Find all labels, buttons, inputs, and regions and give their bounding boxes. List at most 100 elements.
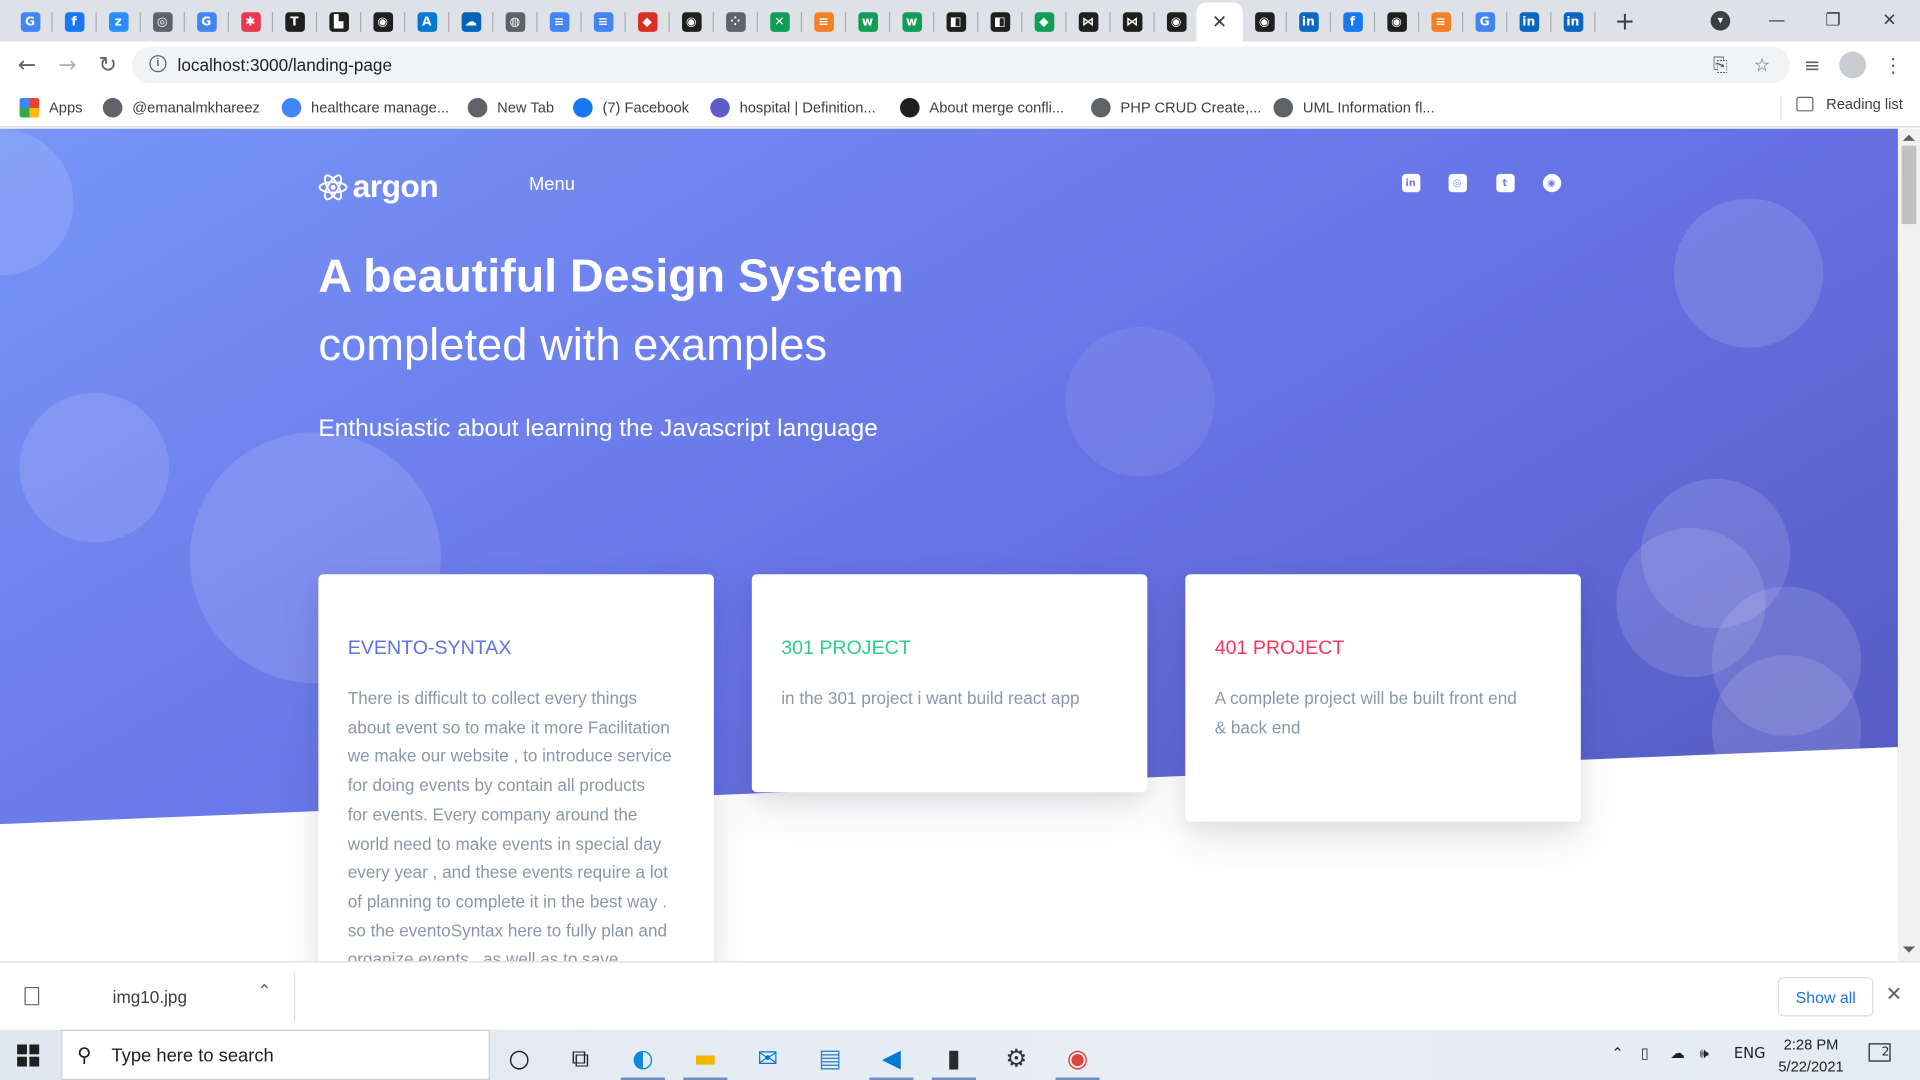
- language-indicator[interactable]: ENG: [1734, 1044, 1766, 1061]
- browser-tab[interactable]: w: [846, 5, 889, 39]
- browser-tab[interactable]: ▙: [317, 5, 360, 39]
- volume-icon[interactable]: 🕪: [1700, 1044, 1709, 1062]
- browser-tab[interactable]: ◆: [626, 5, 669, 39]
- browser-tab[interactable]: ≡: [802, 5, 845, 39]
- chrome-icon[interactable]: ◉: [1051, 1035, 1105, 1080]
- bookmark-star-icon[interactable]: ☆: [1751, 54, 1773, 76]
- windows-start-icon[interactable]: [17, 1044, 40, 1067]
- cortana-icon[interactable]: ○: [492, 1035, 546, 1080]
- browser-tab[interactable]: T: [273, 5, 316, 39]
- menu-link[interactable]: Menu: [529, 174, 575, 195]
- browser-tab[interactable]: ⁘: [714, 5, 757, 39]
- instagram-icon[interactable]: ◎: [1447, 173, 1467, 193]
- bookmark-item[interactable]: About merge confli...: [900, 96, 1064, 120]
- bookmark-item[interactable]: New Tab: [467, 96, 554, 120]
- minimize-button[interactable]: —: [1749, 0, 1805, 42]
- reload-button[interactable]: ↻: [92, 49, 124, 81]
- mail-icon[interactable]: ✉: [741, 1035, 795, 1080]
- browser-tab[interactable]: G: [9, 5, 52, 39]
- browser-tab[interactable]: ⋈: [1111, 5, 1154, 39]
- browser-tab[interactable]: w: [890, 5, 933, 39]
- google-icon: G: [1474, 12, 1495, 32]
- browser-tab[interactable]: ◆: [1022, 5, 1065, 39]
- new-tab-button[interactable]: +: [1611, 7, 1638, 34]
- browser-tab[interactable]: ◉: [670, 5, 713, 39]
- bookmark-item[interactable]: healthcare manage...: [281, 96, 449, 120]
- browser-tab[interactable]: in: [1507, 5, 1550, 39]
- bookmark-item[interactable]: UML Information fl...: [1273, 96, 1435, 120]
- scrollbar-thumb[interactable]: [1901, 145, 1917, 225]
- translate-icon[interactable]: ⎘: [1709, 54, 1731, 76]
- browser-tab[interactable]: f: [1331, 5, 1374, 39]
- github-icon[interactable]: ◉: [1542, 173, 1562, 193]
- browser-tab[interactable]: ◎: [141, 5, 184, 39]
- close-tab-icon[interactable]: ✕: [1212, 11, 1227, 33]
- browser-tab[interactable]: ≡: [1419, 5, 1462, 39]
- browser-tab[interactable]: ◍: [493, 5, 536, 39]
- profile-avatar-icon[interactable]: [1839, 51, 1867, 79]
- tab-search-icon[interactable]: ▾: [1692, 0, 1748, 42]
- address-bar[interactable]: i localhost:3000/landing-page ⎘ ☆: [132, 46, 1791, 84]
- chevron-up-icon[interactable]: ⌃: [257, 982, 271, 1002]
- browser-tab[interactable]: in: [1287, 5, 1330, 39]
- browser-tab[interactable]: ≡: [538, 5, 581, 39]
- search-icon: ⚲: [77, 1043, 92, 1067]
- bookmark-item[interactable]: (7) Facebook: [573, 96, 689, 120]
- browser-tab[interactable]: in: [1551, 5, 1594, 39]
- notification-center-icon[interactable]: 2: [1868, 1042, 1891, 1062]
- page-scrollbar[interactable]: [1897, 128, 1920, 962]
- vscode-icon[interactable]: ◀: [864, 1035, 918, 1080]
- show-hidden-icons[interactable]: ⌃: [1611, 1044, 1623, 1061]
- browser-tab[interactable]: ⋈: [1067, 5, 1110, 39]
- browser-tab[interactable]: ✱: [229, 5, 272, 39]
- onedrive-tray-icon[interactable]: ☁: [1670, 1044, 1685, 1061]
- close-window-button[interactable]: ✕: [1861, 0, 1917, 42]
- battery-icon[interactable]: ▯: [1641, 1044, 1649, 1061]
- argon-logo[interactable]: argon: [318, 168, 439, 206]
- more-menu-icon[interactable]: ⋮: [1880, 51, 1907, 78]
- restore-button[interactable]: ❐: [1805, 0, 1861, 42]
- browser-tab[interactable]: A: [405, 5, 448, 39]
- scroll-down-arrow-icon[interactable]: [1902, 946, 1916, 953]
- file-explorer-icon[interactable]: ▬: [678, 1035, 732, 1080]
- close-icon[interactable]: ✕: [1886, 982, 1902, 1005]
- browser-tab[interactable]: G: [1463, 5, 1506, 39]
- browser-tab[interactable]: G: [185, 5, 228, 39]
- media-control-icon[interactable]: ≡: [1799, 51, 1826, 78]
- browser-tab[interactable]: ≡: [582, 5, 625, 39]
- browser-tab[interactable]: ◉: [361, 5, 404, 39]
- browser-tab[interactable]: ◉: [1155, 5, 1198, 39]
- bookmark-item[interactable]: Apps: [19, 96, 83, 120]
- forward-button[interactable]: →: [51, 49, 83, 81]
- twitter-icon[interactable]: t: [1495, 173, 1515, 193]
- url-text[interactable]: localhost:3000/landing-page: [178, 55, 392, 75]
- show-all-button[interactable]: Show all: [1777, 977, 1874, 1017]
- browser-tab[interactable]: ◧: [978, 5, 1021, 39]
- system-clock[interactable]: 2:28 PM 5/22/2021: [1773, 1033, 1849, 1077]
- taskbar-search[interactable]: ⚲ Type here to search: [61, 1029, 490, 1080]
- active-tab[interactable]: ✕: [1196, 2, 1243, 42]
- edge-icon[interactable]: ◐: [616, 1035, 670, 1080]
- browser-tab[interactable]: z: [97, 5, 140, 39]
- bookmark-item[interactable]: @emanalmkhareez: [102, 96, 260, 120]
- network-app-icon[interactable]: ▤: [803, 1035, 857, 1080]
- bookmark-label: hospital | Definition...: [739, 99, 876, 117]
- settings-icon[interactable]: ⚙: [989, 1035, 1043, 1080]
- browser-tab[interactable]: ✕: [758, 5, 801, 39]
- download-item[interactable]: img10.jpg: [113, 987, 187, 1007]
- browser-tab[interactable]: ☁: [449, 5, 492, 39]
- site-info-icon[interactable]: i: [149, 55, 167, 73]
- back-button[interactable]: ←: [11, 49, 43, 81]
- terminal-icon[interactable]: ▮: [927, 1035, 981, 1080]
- scroll-up-arrow-icon[interactable]: [1902, 134, 1916, 141]
- bookmark-item[interactable]: hospital | Definition...: [710, 96, 876, 120]
- reading-list-button[interactable]: Reading list: [1796, 96, 1903, 113]
- bookmark-item[interactable]: PHP CRUD Create,...: [1091, 96, 1261, 120]
- task-view-icon[interactable]: ⧉: [553, 1035, 607, 1080]
- browser-tab[interactable]: f: [53, 5, 96, 39]
- browser-tab[interactable]: ◧: [934, 5, 977, 39]
- linkedin-icon[interactable]: in: [1401, 173, 1421, 193]
- browser-tab[interactable]: ◉: [1375, 5, 1418, 39]
- bookmark-label: Apps: [48, 99, 83, 117]
- browser-tab[interactable]: ◉: [1243, 5, 1286, 39]
